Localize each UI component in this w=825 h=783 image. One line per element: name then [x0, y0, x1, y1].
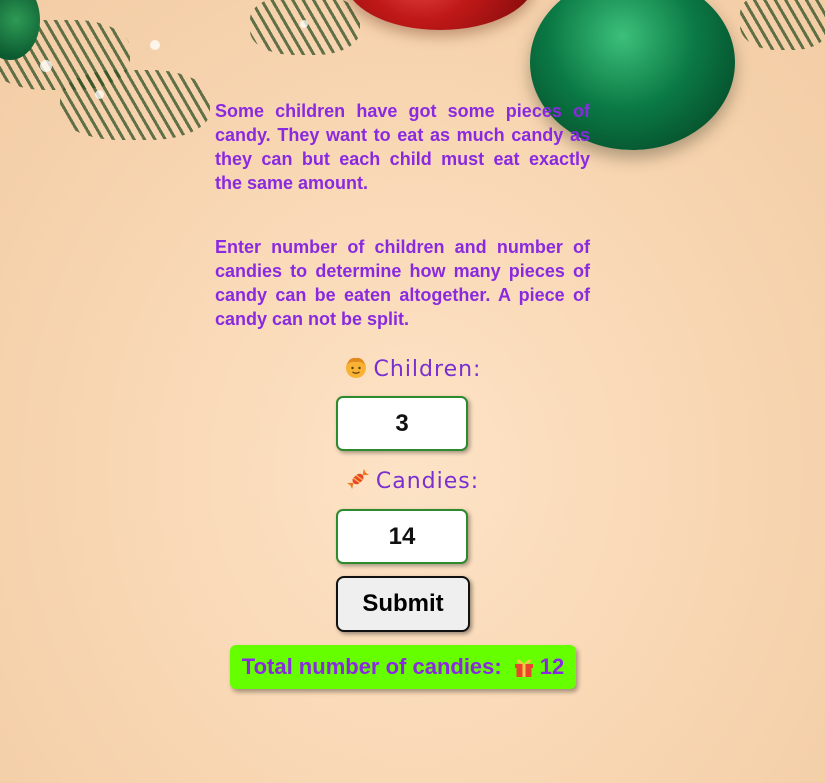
- candies-label: Candies:: [375, 469, 480, 494]
- snow-decoration: [300, 20, 308, 28]
- pine-branch-decoration: [0, 20, 130, 90]
- pine-branch-decoration: [740, 0, 825, 50]
- result-label: Total number of candies:: [241, 654, 502, 679]
- pine-branch-decoration: [250, 0, 360, 55]
- gift-icon: [514, 659, 533, 677]
- submit-button[interactable]: Submit: [336, 576, 470, 632]
- candies-label-row: Candies:: [0, 467, 825, 494]
- candy-icon: [346, 468, 369, 490]
- pine-branch-decoration: [60, 70, 210, 140]
- instructions-paragraph: Enter number of children and number of c…: [215, 237, 590, 329]
- result-value: 12: [539, 654, 565, 679]
- result-banner: Total number of candies: 12: [230, 645, 576, 689]
- intro-paragraph: Some children have got some pieces of ca…: [215, 101, 590, 193]
- children-label-row: Children:: [0, 355, 825, 382]
- snow-decoration: [150, 40, 160, 50]
- red-ornament-decoration: [345, 0, 535, 30]
- children-input[interactable]: [336, 396, 468, 451]
- green-ornament-decoration: [0, 0, 40, 60]
- instructions: Some children have got some pieces of ca…: [215, 99, 590, 331]
- snow-decoration: [95, 90, 104, 99]
- children-label: Children:: [373, 357, 482, 382]
- child-face-icon: [345, 357, 366, 378]
- snow-decoration: [40, 60, 52, 72]
- candies-input[interactable]: [336, 509, 468, 564]
